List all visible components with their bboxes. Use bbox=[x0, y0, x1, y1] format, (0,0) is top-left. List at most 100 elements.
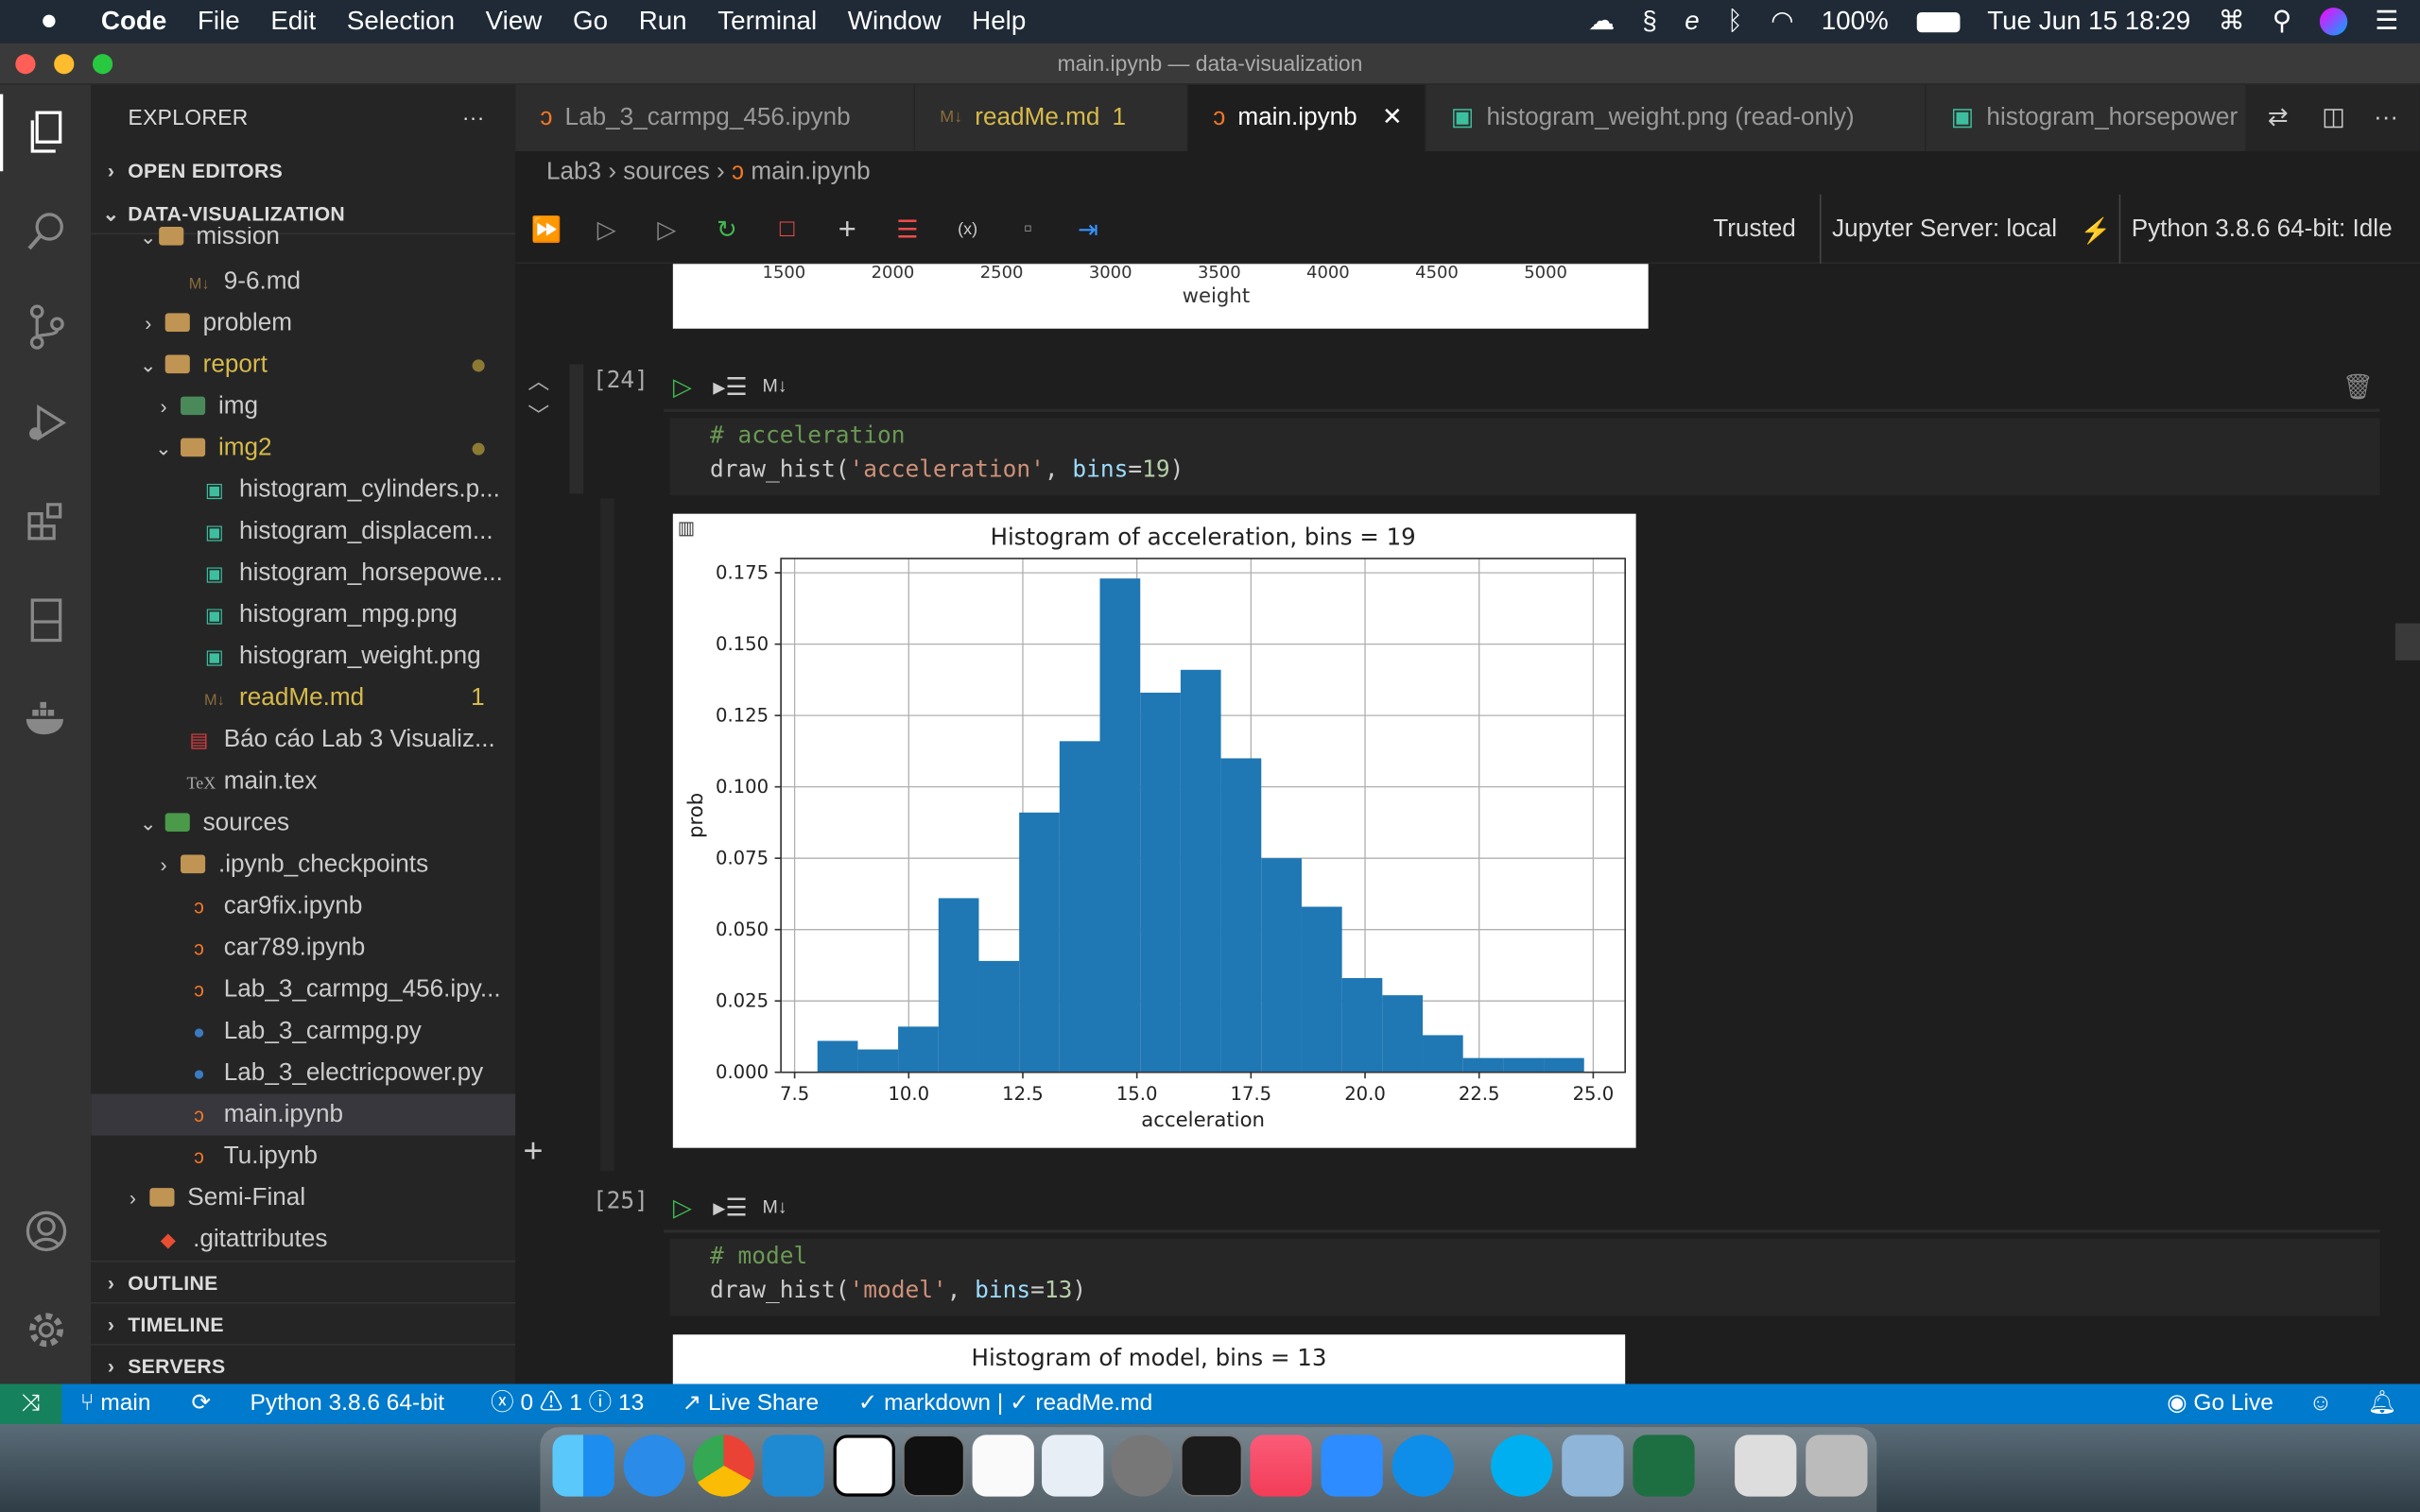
save-icon[interactable]: ▫ bbox=[1011, 213, 1045, 247]
servers-section[interactable]: › SERVERS bbox=[91, 1344, 516, 1385]
cell-collapse-down[interactable]: ﹀ bbox=[527, 400, 549, 431]
more-actions-icon[interactable]: ··· bbox=[462, 97, 485, 139]
battery-percent[interactable]: 100% bbox=[1822, 7, 1889, 38]
breadcrumb-sources[interactable]: sources bbox=[623, 159, 709, 185]
control-center-icon[interactable]: ☰ bbox=[2375, 7, 2398, 38]
tab-main-ipynb[interactable]: ↄ main.ipynb ✕ bbox=[1188, 84, 1426, 151]
settings-gear-icon[interactable] bbox=[0, 1292, 91, 1369]
interrupt-kernel-icon[interactable]: □ bbox=[770, 213, 804, 247]
tree-item-electricpower[interactable]: ● Lab_3_electricpower.py bbox=[91, 1052, 515, 1093]
add-cell-between-icon[interactable]: + bbox=[523, 1131, 543, 1171]
tab-histogram-weight[interactable]: ▣ histogram_weight.png (read-only) bbox=[1426, 84, 1927, 151]
minimize-window-button[interactable] bbox=[54, 54, 75, 75]
menu-selection[interactable]: Selection bbox=[332, 7, 471, 38]
notion-icon[interactable] bbox=[833, 1435, 895, 1497]
tree-item-checkpoints[interactable]: › .ipynb_checkpoints bbox=[91, 844, 515, 885]
skype-icon[interactable] bbox=[1491, 1435, 1553, 1497]
more-actions-icon[interactable]: ··· bbox=[2359, 85, 2414, 151]
reminders-icon[interactable] bbox=[972, 1435, 1034, 1497]
run-all-icon[interactable]: ⏩ bbox=[529, 213, 563, 247]
wifi-icon[interactable]: ◠ bbox=[1771, 7, 1793, 38]
accounts-icon[interactable] bbox=[0, 1193, 91, 1270]
menu-file[interactable]: File bbox=[182, 7, 255, 38]
add-cell-icon[interactable]: + bbox=[830, 212, 864, 247]
tree-item-main-ipynb[interactable]: ↄ main.ipynb bbox=[91, 1093, 516, 1136]
close-tab-icon[interactable]: ✕ bbox=[1382, 85, 1403, 151]
menu-edit[interactable]: Edit bbox=[255, 7, 331, 38]
tree-item-car9fix[interactable]: ↄ car9fix.ipynb bbox=[91, 885, 515, 927]
menu-app[interactable]: Code bbox=[86, 7, 182, 38]
tree-item-lab3-456[interactable]: ↄ Lab_3_carmpg_456.ipy... bbox=[91, 969, 515, 1010]
extensions-icon[interactable] bbox=[0, 483, 91, 560]
kernel-status[interactable]: Python 3.8.6 64-bit: Idle bbox=[2132, 195, 2393, 264]
menu-help[interactable]: Help bbox=[957, 7, 1042, 38]
live-share-button[interactable]: ↗ Live Share bbox=[683, 1383, 819, 1423]
breadcrumb-lab3[interactable]: Lab3 bbox=[546, 159, 601, 185]
tab-histogram-horsepower[interactable]: ▣ histogram_horsepower bbox=[1926, 84, 2248, 151]
tree-item-9-6-md[interactable]: M↓ 9-6.md bbox=[91, 261, 515, 302]
source-control-icon[interactable] bbox=[0, 288, 91, 366]
menu-view[interactable]: View bbox=[470, 7, 557, 38]
status-menu-icon[interactable]: § bbox=[1642, 7, 1656, 38]
run-above-icon[interactable]: ▷ bbox=[590, 213, 624, 247]
menu-go[interactable]: Go bbox=[558, 7, 624, 38]
chrome-icon[interactable] bbox=[693, 1435, 755, 1497]
tree-item-readme[interactable]: M↓ readMe.md 1 bbox=[91, 678, 515, 719]
split-editor-icon[interactable]: ◫ bbox=[2308, 85, 2358, 151]
tab-readme[interactable]: M↓ readMe.md 1 bbox=[915, 84, 1189, 151]
sync-icon[interactable]: ⟳ bbox=[191, 1383, 211, 1423]
tree-item-lab3-py[interactable]: ● Lab_3_carmpg.py bbox=[91, 1010, 515, 1052]
run-cell-icon[interactable]: ▷ bbox=[673, 1193, 692, 1224]
tree-item-img2[interactable]: ⌄ img2 bbox=[91, 427, 515, 469]
markdown-toggle[interactable]: M↓ bbox=[763, 375, 787, 397]
clear-outputs-icon[interactable]: ☰ bbox=[890, 213, 925, 247]
trusted-label[interactable]: Trusted bbox=[1713, 195, 1796, 264]
cell-collapse-up[interactable]: ︿ bbox=[527, 366, 549, 397]
apple-icon[interactable]: ● bbox=[0, 5, 86, 39]
problems-indicator[interactable]: ⓧ 0 ⚠ 1 ⓘ 13 bbox=[491, 1383, 644, 1423]
tree-item-histogram-horsepower[interactable]: ▣ histogram_horsepowe... bbox=[91, 552, 515, 593]
documents-stack-icon[interactable] bbox=[1735, 1435, 1797, 1497]
tree-item-report-pdf[interactable]: ▤ Báo cáo Lab 3 Visualiz... bbox=[91, 719, 515, 761]
timeline-section[interactable]: › TIMELINE bbox=[91, 1301, 516, 1344]
outline-section[interactable]: › OUTLINE bbox=[91, 1260, 516, 1302]
run-by-line-icon[interactable]: ▸☰ bbox=[713, 371, 748, 403]
restart-kernel-icon[interactable]: ↻ bbox=[710, 213, 744, 247]
bluetooth-icon[interactable]: ᛒ bbox=[1727, 7, 1743, 38]
menu-run[interactable]: Run bbox=[623, 7, 702, 38]
tab-lab3-456[interactable]: ↄ Lab_3_carmpg_456.ipynb bbox=[515, 84, 916, 151]
tree-item-histogram-mpg[interactable]: ▣ histogram_mpg.png bbox=[91, 594, 515, 636]
tree-item-histogram-weight[interactable]: ▣ histogram_weight.png bbox=[91, 636, 515, 678]
menu-window[interactable]: Window bbox=[832, 7, 956, 38]
variables-icon[interactable]: (x) bbox=[951, 213, 985, 247]
zoom-window-button[interactable] bbox=[92, 54, 113, 75]
python-interpreter[interactable]: Python 3.8.6 64-bit bbox=[250, 1383, 444, 1423]
excel-icon[interactable] bbox=[1633, 1435, 1695, 1497]
chart-output-icon[interactable]: ▥ bbox=[678, 517, 696, 539]
tree-item-tu[interactable]: ↄ Tu.ipynb bbox=[91, 1136, 515, 1177]
run-cell-icon[interactable]: ▷ bbox=[673, 371, 692, 403]
tree-item-car789[interactable]: ↄ car789.ipynb bbox=[91, 927, 515, 969]
system-preferences-icon[interactable] bbox=[1111, 1435, 1173, 1497]
open-editors-section[interactable]: › OPEN EDITORS bbox=[91, 149, 515, 191]
explorer-icon[interactable] bbox=[0, 94, 91, 172]
tableau-icon[interactable] bbox=[1042, 1435, 1104, 1497]
markdown-toggle[interactable]: M↓ bbox=[763, 1195, 787, 1217]
notifications-bell-icon[interactable]: 🔔︎ bbox=[2367, 1383, 2396, 1423]
notebook-explorer-icon[interactable] bbox=[0, 582, 91, 660]
jupyter-server-label[interactable]: Jupyter Server: local bbox=[1832, 195, 2057, 264]
finder-icon[interactable] bbox=[552, 1435, 614, 1497]
search-icon[interactable] bbox=[0, 193, 91, 270]
export-icon[interactable]: ⇥ bbox=[1071, 213, 1105, 247]
tree-item-histogram-displacement[interactable]: ▣ histogram_displacem... bbox=[91, 510, 515, 552]
delete-cell-icon[interactable]: 🗑 bbox=[2342, 371, 2374, 403]
scrollbar-thumb[interactable] bbox=[2394, 623, 2420, 661]
run-below-icon[interactable]: ▷ bbox=[649, 213, 683, 247]
remote-indicator-icon[interactable]: ⤨ bbox=[0, 1383, 62, 1424]
go-live-button[interactable]: ◉ Go Live bbox=[2167, 1383, 2273, 1423]
zoom-icon[interactable] bbox=[1321, 1435, 1383, 1497]
tree-item-semi-final[interactable]: › Semi-Final bbox=[91, 1177, 515, 1219]
clock[interactable]: Tue Jun 15 18:29 bbox=[1987, 7, 2190, 38]
code-cell-acceleration[interactable]: # acceleration draw_hist('acceleration',… bbox=[669, 418, 2380, 496]
tree-item-main-tex[interactable]: TeX main.tex bbox=[91, 761, 515, 802]
